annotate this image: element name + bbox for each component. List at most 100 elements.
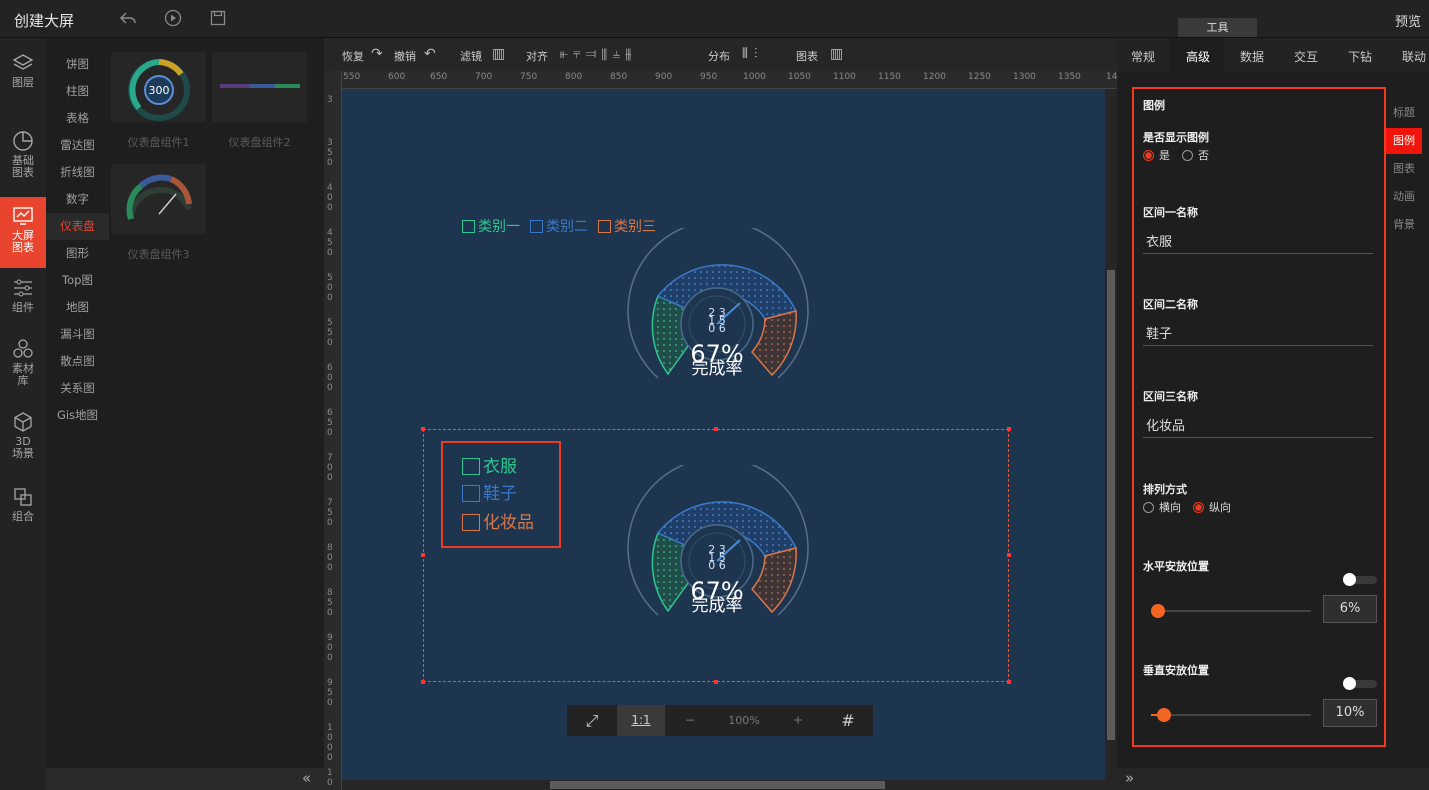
ruler-tick: 1350 [1058, 72, 1081, 82]
resize-handle[interactable] [1007, 680, 1011, 684]
side-tab-animation[interactable]: 动画 [1386, 184, 1422, 210]
align-button[interactable]: 对齐 [526, 48, 548, 64]
nav-basic-charts-label: 基础图表 [12, 154, 34, 179]
category-item[interactable]: 雷达图 [46, 132, 109, 159]
side-tab-title[interactable]: 标题 [1386, 100, 1422, 126]
redo-button[interactable]: 恢复 [342, 48, 364, 64]
fit-screen-icon[interactable]: ⤢ [567, 705, 617, 736]
resize-handle[interactable] [714, 427, 718, 431]
tab-linkage[interactable]: 联动 [1402, 48, 1426, 65]
nav-basic-charts[interactable]: 基础图表 [8, 130, 38, 179]
resize-handle[interactable] [421, 680, 425, 684]
play-icon[interactable] [163, 9, 183, 29]
interval1-name-input[interactable]: 衣服 [1143, 232, 1373, 254]
layout-label: 排列方式 [1143, 483, 1187, 496]
one-to-one-button[interactable]: 1:1 [617, 705, 665, 736]
save-icon[interactable] [208, 9, 228, 29]
tab-data[interactable]: 数据 [1240, 48, 1264, 65]
undo-button[interactable]: 撤销 [394, 48, 416, 64]
resize-handle[interactable] [1007, 427, 1011, 431]
distribute-icons[interactable]: ⫴⫶ [742, 46, 763, 62]
align-icons[interactable]: ⫦⫧⫤⫴⫨⫵ [560, 46, 637, 62]
category-item[interactable]: 饼图 [46, 51, 109, 78]
resize-handle[interactable] [421, 427, 425, 431]
gauge-chart-top[interactable]: 2 3 1 5 0 6 67% 完成率 [620, 228, 815, 388]
ruler-tick: 8 0 0 [327, 543, 333, 573]
nav-material[interactable]: 素材库 [10, 338, 36, 387]
category-item[interactable]: 图形 [46, 240, 109, 267]
collapse-left-icon[interactable]: « [302, 769, 311, 787]
category-item-active[interactable]: 仪表盘 [46, 213, 109, 240]
legend-item-1[interactable]: 类别一 [462, 216, 520, 236]
category-item[interactable]: 散点图 [46, 348, 109, 375]
show-legend-yes-radio[interactable]: 是 [1143, 147, 1170, 163]
horizontal-position-input[interactable]: 6% [1323, 595, 1377, 623]
zoom-in-button[interactable]: + [773, 705, 823, 736]
vertical-position-input[interactable]: 10% [1323, 699, 1377, 727]
category-item[interactable]: 漏斗图 [46, 321, 109, 348]
slider-knob[interactable] [1151, 604, 1165, 618]
undo-icon[interactable]: ↶ [424, 46, 436, 62]
layout-horizontal-radio[interactable]: 横向 [1143, 499, 1181, 515]
legend-item-clothes[interactable]: 衣服 [462, 452, 517, 477]
category-item[interactable]: 关系图 [46, 375, 109, 402]
resize-handle[interactable] [1007, 553, 1011, 557]
gauge-chart-bottom[interactable]: 2 3 1 5 0 6 67% 完成率 [620, 465, 815, 625]
layout-vertical-radio[interactable]: 纵向 [1193, 499, 1231, 515]
gauge-caption: 完成率 [692, 596, 743, 616]
nav-3d-scene[interactable]: 3D场景 [10, 411, 36, 460]
redo-icon[interactable]: ↷ [371, 46, 383, 62]
vertical-scroll-thumb[interactable] [1107, 270, 1115, 740]
nav-layers[interactable]: 图层 [0, 52, 46, 89]
horizontal-scroll-thumb[interactable] [550, 781, 885, 789]
side-tab-legend[interactable]: 图例 [1386, 128, 1422, 154]
category-item[interactable]: 数字 [46, 186, 109, 213]
resize-handle[interactable] [714, 680, 718, 684]
tab-general[interactable]: 常规 [1131, 48, 1155, 65]
nav-group[interactable]: 组合 [0, 486, 46, 523]
tools-tab[interactable]: 工具 [1178, 18, 1257, 37]
horizontal-position-toggle[interactable] [1343, 573, 1377, 586]
ruler-tick: 1000 [743, 72, 766, 82]
resize-handle[interactable] [421, 553, 425, 557]
tab-drilldown[interactable]: 下钻 [1348, 48, 1372, 65]
legend-item-cosmetics[interactable]: 化妆品 [462, 508, 534, 533]
nav-screen-charts[interactable]: 大屏图表 [0, 197, 46, 268]
category-item[interactable]: 表格 [46, 105, 109, 132]
category-item[interactable]: Top图 [46, 267, 109, 294]
bar-chart-icon[interactable]: ▥ [492, 46, 505, 62]
category-item[interactable]: 地图 [46, 294, 109, 321]
horizontal-position-slider[interactable] [1151, 604, 1311, 618]
zoom-out-button[interactable]: − [665, 705, 715, 736]
nav-components[interactable]: 组件 [0, 277, 46, 314]
side-tab-chart[interactable]: 图表 [1386, 156, 1422, 182]
layers-icon [12, 54, 34, 70]
category-item[interactable]: 折线图 [46, 159, 109, 186]
gauge-thumbnail-2[interactable] [212, 52, 307, 122]
legend-item-2[interactable]: 类别二 [530, 216, 588, 236]
side-tab-background[interactable]: 背景 [1386, 212, 1422, 238]
toggle-knob [1343, 573, 1356, 586]
chart-bar-icon[interactable]: ▥ [830, 46, 843, 62]
category-item[interactable]: 柱图 [46, 78, 109, 105]
interval3-name-input[interactable]: 化妆品 [1143, 416, 1373, 438]
tab-advanced[interactable]: 高级 [1186, 48, 1210, 65]
filter-button[interactable]: 滤镜 [460, 48, 482, 64]
chart-button[interactable]: 图表 [796, 48, 818, 64]
grid-icon[interactable]: # [823, 705, 873, 736]
preview-button[interactable]: 预览 [1395, 11, 1421, 30]
gauge-thumbnail-3[interactable] [111, 164, 206, 234]
undo-icon[interactable] [118, 9, 138, 29]
legend-item-shoes[interactable]: 鞋子 [462, 479, 517, 504]
gauge-thumbnail-1[interactable]: 300 [111, 52, 206, 122]
ruler-tick: 750 [520, 72, 538, 82]
vertical-position-slider[interactable] [1151, 708, 1311, 722]
slider-knob[interactable] [1157, 708, 1171, 722]
show-legend-no-radio[interactable]: 否 [1182, 147, 1209, 163]
interval2-name-input[interactable]: 鞋子 [1143, 324, 1373, 346]
tab-interaction[interactable]: 交互 [1294, 48, 1318, 65]
expand-right-icon[interactable]: » [1125, 769, 1134, 787]
category-item[interactable]: Gis地图 [46, 402, 109, 429]
vertical-position-toggle[interactable] [1343, 677, 1377, 690]
distribute-button[interactable]: 分布 [708, 48, 730, 64]
